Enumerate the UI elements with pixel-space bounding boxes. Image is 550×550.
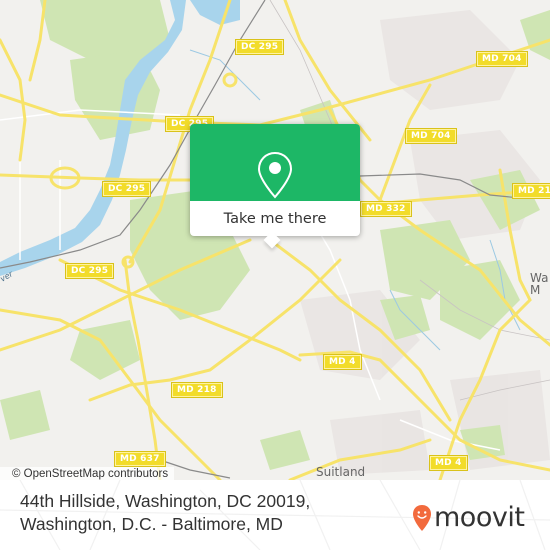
moovit-pin-icon: [413, 505, 431, 531]
map-attribution[interactable]: © OpenStreetMap contributors: [0, 467, 175, 480]
road-shield-md704: MD 704: [405, 128, 457, 144]
destination-popup: Take me there: [190, 124, 360, 249]
place-label-suitland: Suitland: [316, 465, 366, 479]
road-shield-md218: MD 218: [171, 382, 223, 398]
map-view[interactable]: DC 295 DC 295 DC 295 DC 295 MD 704 MD 70…: [0, 0, 550, 480]
road-shield-md332: MD 332: [360, 201, 412, 217]
road-shield-md704: MD 704: [476, 51, 528, 67]
road-shield-dc295: DC 295: [234, 39, 285, 55]
map-pin-icon: [257, 151, 293, 199]
road-shield-dc295: DC 295: [101, 181, 152, 197]
moovit-logo[interactable]: moovit: [412, 500, 525, 536]
place-label-walker-mill: Wa M: [530, 271, 549, 297]
road-shield-md4: MD 4: [429, 455, 468, 471]
road-shield-dc295: DC 295: [64, 263, 115, 279]
moovit-wordmark: moovit: [434, 502, 525, 533]
road-shield-md637: MD 637: [114, 451, 166, 467]
road-shield-md214: MD 214: [512, 183, 550, 199]
popup-header: [190, 124, 360, 201]
map-card: DC 295 DC 295 DC 295 DC 295 MD 704 MD 70…: [0, 0, 550, 550]
destination-address: 44th Hillside, Washington, DC 20019, Was…: [20, 491, 311, 534]
take-me-there-button[interactable]: Take me there: [190, 201, 360, 236]
footer: 44th Hillside, Washington, DC 20019, Was…: [0, 480, 550, 550]
road-shield-md4: MD 4: [323, 354, 362, 370]
